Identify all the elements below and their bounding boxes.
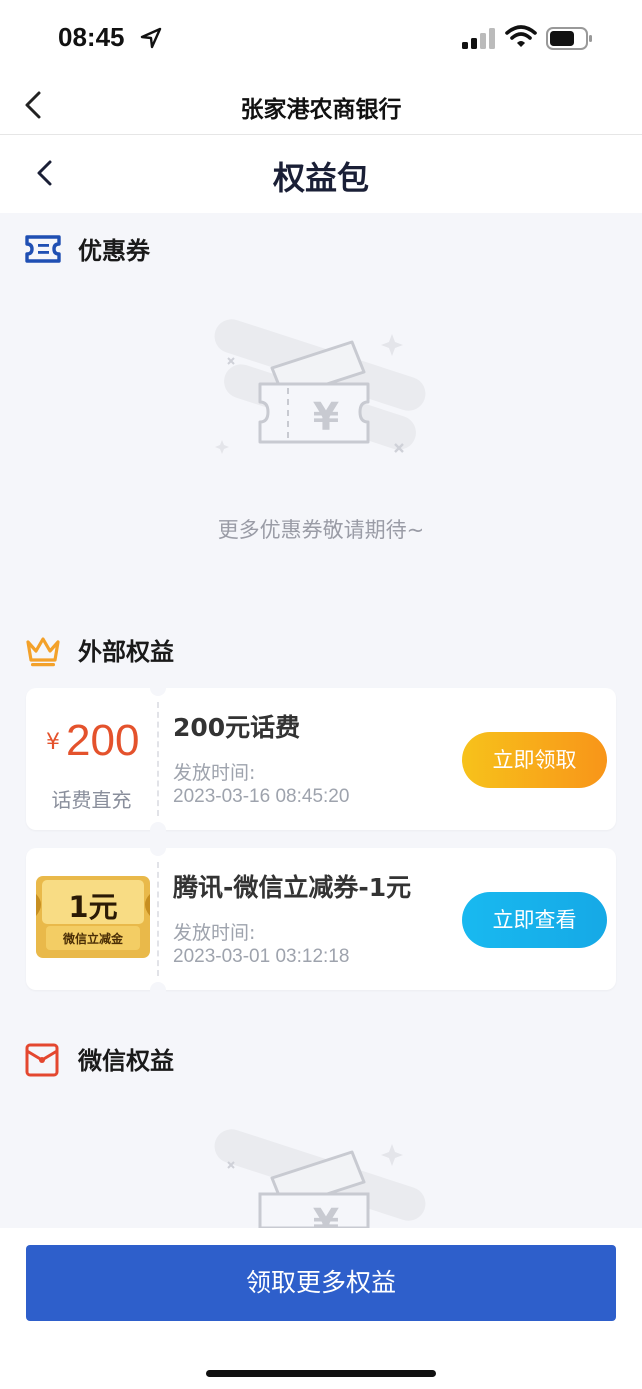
get-more-benefits-button[interactable]: 领取更多权益 (26, 1245, 616, 1321)
cellular-signal-icon (462, 28, 496, 54)
bottom-bar: 领取更多权益 (0, 1228, 642, 1389)
price-amount: 200 (66, 716, 140, 765)
page-title: 权益包 (272, 159, 369, 197)
currency-symbol: ¥ (46, 730, 60, 755)
home-indicator (206, 1370, 436, 1377)
location-arrow-icon (140, 27, 162, 53)
claim-now-button[interactable]: 立即领取 (462, 732, 607, 788)
price-subtitle: 话费直充 (51, 788, 132, 812)
card-divider (157, 862, 159, 976)
empty-wechat-illustration: ¥ (200, 1128, 440, 1245)
external-section-title: 外部权益 (78, 638, 174, 666)
app-header: 张家港农商银行 (0, 78, 642, 135)
red-envelope-icon (24, 1043, 60, 1081)
benefit-card: ¥ 200 话费直充 200元话费 发放时间: 2023-03-16 08:45… (26, 680, 616, 838)
card-notch (150, 840, 166, 856)
page-header: 权益包 (0, 135, 642, 213)
issue-time-label: 发放时间: (173, 762, 256, 784)
coupon-label: 微信立减金 (62, 932, 123, 946)
svg-text:¥: ¥ (313, 395, 339, 439)
coupon-amount: 1元 (68, 890, 118, 924)
card-notch (150, 982, 166, 998)
crown-icon (24, 634, 62, 672)
benefit-title: 腾讯-微信立减券-1元 (173, 873, 412, 902)
coupons-empty-text: 更多优惠券敬请期待~ (217, 518, 425, 542)
issue-time-value: 2023-03-16 08:45:20 (173, 786, 350, 807)
empty-coupon-illustration: ¥ (200, 318, 440, 482)
view-now-button[interactable]: 立即查看 (462, 892, 607, 948)
status-time: 08:45 (58, 22, 125, 52)
card-divider (157, 702, 159, 816)
wifi-icon (505, 25, 537, 53)
svg-text:¥: ¥ (313, 1201, 339, 1228)
wechat-section-title: 微信权益 (78, 1047, 174, 1075)
issue-time-value: 2023-03-01 03:12:18 (173, 946, 350, 967)
app-title: 张家港农商银行 (240, 97, 402, 123)
benefit-card: 1元 微信立减金 腾讯-微信立减券-1元 发放时间: 2023-03-01 03… (26, 840, 616, 998)
price-block: ¥ 200 话费直充 (26, 688, 157, 830)
issue-time-label: 发放时间: (173, 922, 256, 944)
status-bar: 08:45 (0, 0, 642, 78)
battery-icon (546, 27, 594, 55)
wechat-coupon-thumbnail: 1元 微信立减金 (34, 874, 152, 962)
benefit-title: 200元话费 (173, 713, 301, 742)
coupons-section-title: 优惠券 (78, 237, 150, 265)
coupon-ticket-icon (24, 233, 62, 269)
